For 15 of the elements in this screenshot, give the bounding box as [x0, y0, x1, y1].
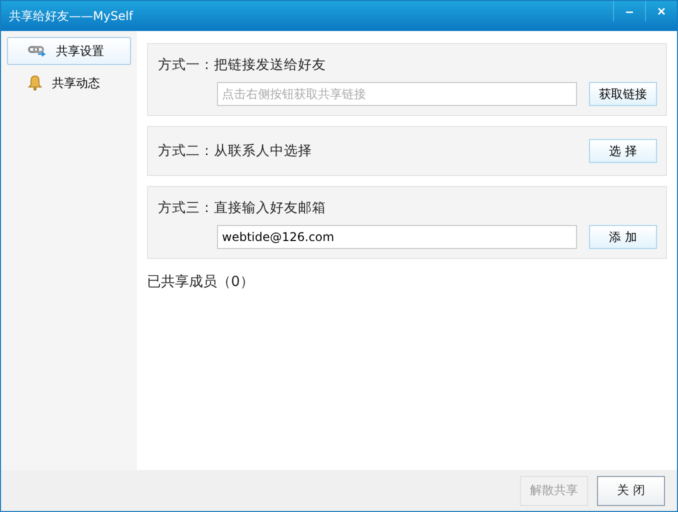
window-title: 共享给好友——MySelf	[9, 8, 134, 25]
sidebar-item[interactable]: 共享设置	[7, 37, 131, 65]
action-button[interactable]: 选 择	[589, 139, 657, 163]
method-label: 方式一：把链接发送给好友	[158, 56, 327, 75]
bell-icon	[28, 75, 42, 91]
action-button[interactable]: 添 加	[589, 225, 657, 249]
method-label: 方式三：直接输入好友邮箱	[158, 199, 327, 218]
chain-link-icon	[28, 45, 46, 57]
shared-members-label: 已共享成员（0）	[147, 273, 255, 291]
sidebar-item[interactable]: 共享动态	[7, 69, 131, 97]
input-field[interactable]: webtide@126.com	[217, 225, 577, 249]
input-field[interactable]: 点击右侧按钮获取共享链接	[217, 82, 577, 106]
action-button[interactable]: 获取链接	[589, 82, 657, 106]
footer-button[interactable]: 关 闭	[597, 476, 665, 506]
method-label: 方式二：从联系人中选择	[158, 142, 312, 161]
